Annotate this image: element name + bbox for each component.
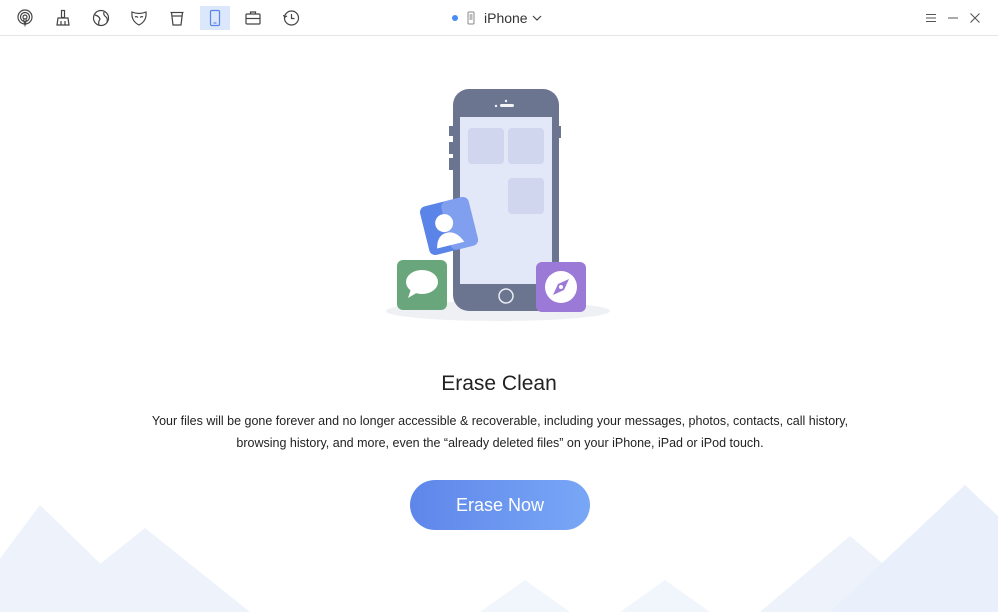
minimize-icon[interactable] <box>944 9 962 27</box>
device-name: iPhone <box>484 10 528 26</box>
device-selector[interactable]: iPhone <box>452 9 542 27</box>
toolbox-icon[interactable] <box>238 6 268 30</box>
mask-icon[interactable] <box>124 6 154 30</box>
chevron-down-icon <box>532 15 542 21</box>
messages-app-icon <box>397 260 447 310</box>
close-icon[interactable] <box>966 9 984 27</box>
safari-app-icon <box>536 262 586 312</box>
globe-icon[interactable] <box>86 6 116 30</box>
history-icon[interactable] <box>276 6 306 30</box>
trash-bin-icon[interactable] <box>162 6 192 30</box>
description-line-1: Your files will be gone forever and no l… <box>151 414 849 428</box>
phone-small-icon <box>467 11 475 25</box>
device-status-dot <box>452 15 458 21</box>
airdrop-icon[interactable] <box>10 6 40 30</box>
menu-icon[interactable] <box>922 9 940 27</box>
broom-icon[interactable] <box>48 6 78 30</box>
page-title: Erase Clean <box>441 372 557 395</box>
erase-now-button[interactable]: Erase Now <box>410 480 590 530</box>
description: Your files will be gone forever and no l… <box>150 410 850 454</box>
phone-illustration <box>386 89 610 321</box>
top-toolbar: iPhone <box>0 0 998 36</box>
phone-icon[interactable] <box>200 6 230 30</box>
description-line-2: browsing history, and more, even the “al… <box>236 436 764 450</box>
